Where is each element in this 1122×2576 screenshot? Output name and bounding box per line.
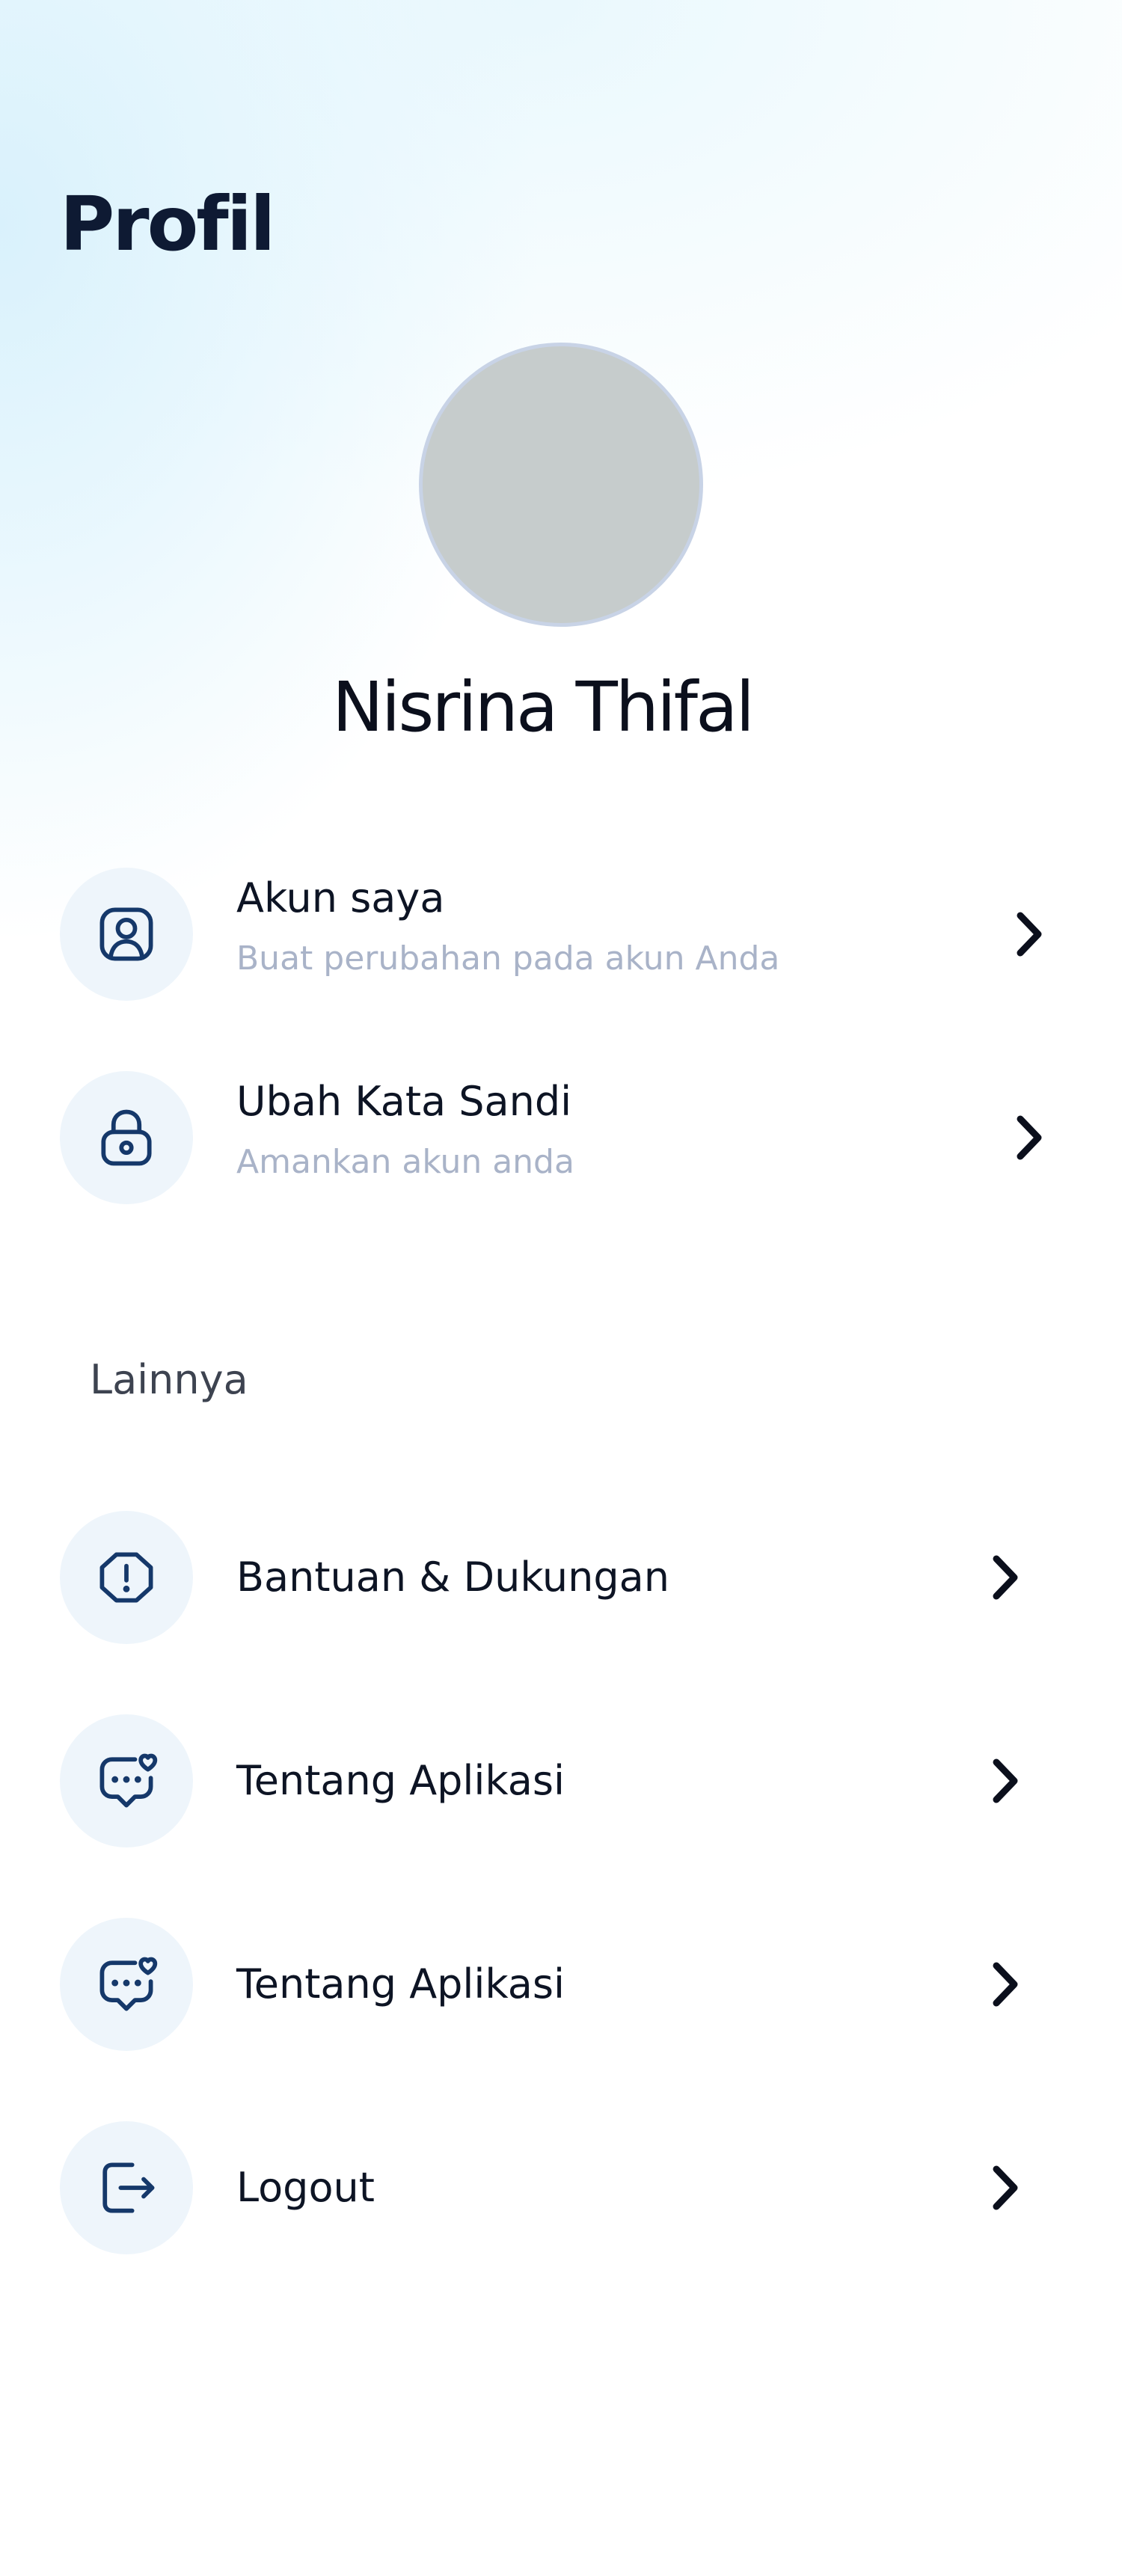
- chevron-right-icon: [993, 1758, 1018, 1803]
- chevron-right-icon: [1017, 912, 1042, 957]
- menu-item-title: Tentang Aplikasi: [236, 1757, 565, 1804]
- user-profile-icon: [60, 868, 193, 1001]
- chat-heart-icon: [60, 1714, 193, 1847]
- menu-item-subtitle: Amankan akun anda: [236, 1143, 574, 1181]
- menu-item-title: Bantuan & Dukungan: [236, 1554, 669, 1601]
- alert-shield-icon: [60, 1511, 193, 1644]
- logout-icon: [60, 2121, 193, 2254]
- section-label-other: Lainnya: [90, 1356, 248, 1403]
- menu-item-about-app[interactable]: Tentang Aplikasi: [60, 1918, 1062, 2051]
- chevron-right-icon: [993, 1962, 1018, 2007]
- page-title: Profil: [60, 180, 275, 268]
- chat-heart-icon: [60, 1918, 193, 2051]
- menu-item-title: Tentang Aplikasi: [236, 1960, 565, 2008]
- menu-item-change-password[interactable]: Ubah Kata Sandi Amankan akun anda: [60, 1071, 1062, 1204]
- lock-icon: [60, 1071, 193, 1204]
- menu-item-account[interactable]: Akun saya Buat perubahan pada akun Anda: [60, 868, 1062, 1001]
- menu-item-about-app[interactable]: Tentang Aplikasi: [60, 1714, 1062, 1847]
- profile-name: Nisrina Thifal: [331, 667, 755, 747]
- menu-item-help-support[interactable]: Bantuan & Dukungan: [60, 1511, 1062, 1644]
- chevron-right-icon: [1017, 1115, 1042, 1160]
- avatar[interactable]: [419, 343, 703, 627]
- menu-item-title: Logout: [236, 2164, 375, 2211]
- menu-item-subtitle: Buat perubahan pada akun Anda: [236, 939, 780, 978]
- chevron-right-icon: [993, 2165, 1018, 2210]
- menu-item-title: Akun saya: [236, 874, 445, 921]
- menu-item-title: Ubah Kata Sandi: [236, 1078, 572, 1125]
- menu-item-logout[interactable]: Logout: [60, 2121, 1062, 2254]
- chevron-right-icon: [993, 1555, 1018, 1600]
